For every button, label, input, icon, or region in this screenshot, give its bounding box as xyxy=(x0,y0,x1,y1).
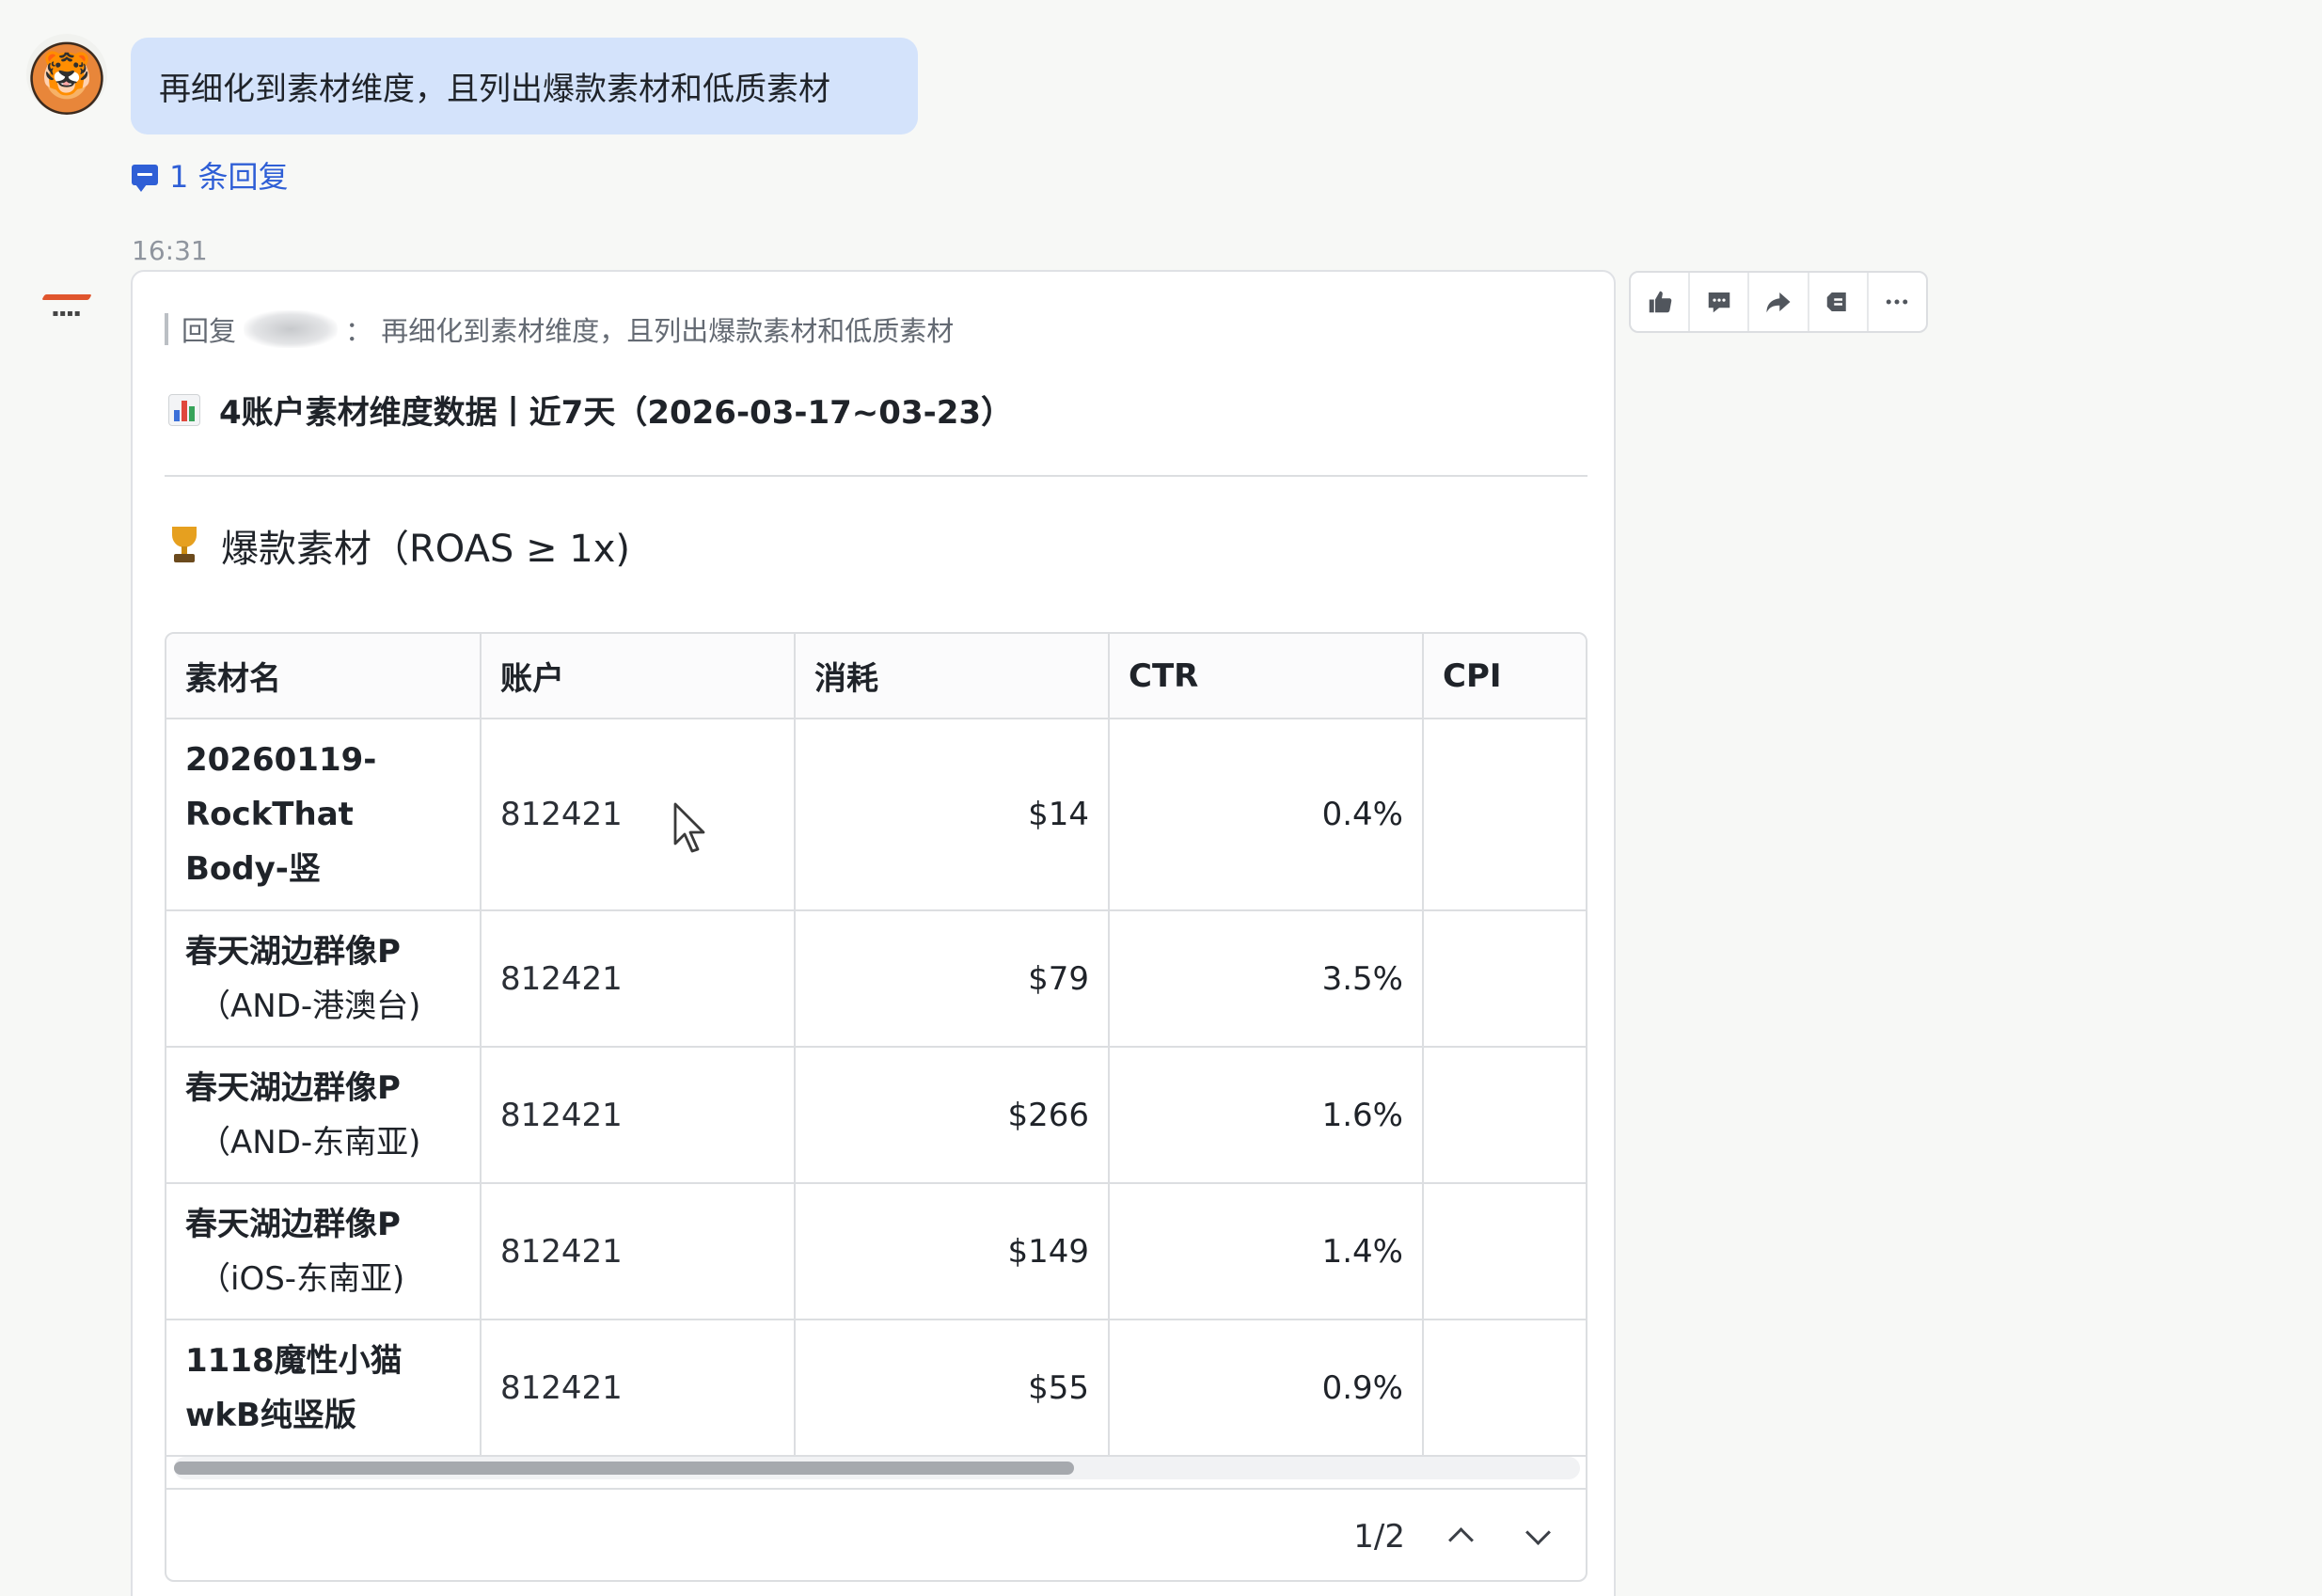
thumbs-up-icon xyxy=(1649,291,1671,313)
ctr-cell: 3.5% xyxy=(1109,910,1424,1048)
creative-name-cell: 20260119-RockThat Body-竖 xyxy=(166,719,482,911)
pin-button[interactable] xyxy=(1809,273,1869,331)
table-row: 1118魔性小猫wkB纯竖版 812421 $55 0.9% xyxy=(166,1319,1586,1457)
comment-icon xyxy=(1708,292,1730,313)
bot-message-card: 回复 ： 再细化到素材维度，且列出爆款素材和低质素材 4账户素材维度数据丨近7天… xyxy=(131,270,1616,1596)
quote-bar xyxy=(165,313,168,345)
creative-name-cell: 春天湖边群像P （AND-东南亚) xyxy=(166,1047,482,1184)
message-timestamp: 16:31 xyxy=(132,235,208,266)
chevron-up-icon xyxy=(1447,1526,1474,1553)
table-header-row: 素材名 账户 消耗 CTR CPI xyxy=(166,634,1586,719)
page-indicator: 1/2 xyxy=(1353,1518,1405,1556)
quoted-reply[interactable]: 回复 ： 再细化到素材维度，且列出爆款素材和低质素材 xyxy=(165,309,954,349)
column-header-name[interactable]: 素材名 xyxy=(166,634,482,719)
horizontal-scrollbar[interactable] xyxy=(174,1457,1580,1479)
account-cell: 812421 xyxy=(481,1183,796,1320)
spend-cell: $266 xyxy=(795,1047,1110,1184)
quote-text: ： 再细化到素材维度，且列出爆款素材和低质素材 xyxy=(345,315,955,347)
bar-chart-icon xyxy=(168,393,200,426)
pin-icon xyxy=(1826,292,1846,311)
creative-name: 春天湖边群像P xyxy=(185,1205,401,1243)
creative-name: 春天湖边群像P xyxy=(185,1068,401,1107)
column-header-account[interactable]: 账户 xyxy=(481,634,796,719)
bot-logo-icon xyxy=(39,292,94,305)
cpi-cell xyxy=(1423,1183,1586,1320)
forward-button[interactable] xyxy=(1749,273,1809,331)
creative-name: 春天湖边群像P xyxy=(185,932,401,971)
section-divider xyxy=(165,475,1587,477)
table-row: 春天湖边群像P （AND-港澳台) 812421 $79 3.5% xyxy=(166,910,1586,1048)
cpi-cell xyxy=(1423,719,1586,911)
column-header-cpi[interactable]: CPI xyxy=(1423,634,1586,719)
section-title-text: 爆款素材（ROAS ≥ 1x) xyxy=(221,528,630,571)
account-cell: 812421 xyxy=(481,1047,796,1184)
creative-name-cell: 春天湖边群像P （AND-港澳台) xyxy=(166,910,482,1048)
scrollbar-thumb[interactable] xyxy=(174,1462,1074,1475)
message-action-toolbar xyxy=(1629,271,1928,333)
ctr-cell: 1.6% xyxy=(1109,1047,1424,1184)
reply-thread-link[interactable]: 1 条回复 xyxy=(132,153,289,197)
creative-data-table: 素材名 账户 消耗 CTR CPI 20260119-RockThat Body… xyxy=(166,634,1586,1457)
bot-logo-text: ▪▪▪▪ xyxy=(52,308,82,319)
table-row: 春天湖边群像P （AND-东南亚) 812421 $266 1.6% xyxy=(166,1047,1586,1184)
cpi-cell xyxy=(1423,1047,1586,1184)
user-avatar[interactable]: 🐯 xyxy=(26,34,107,115)
account-cell: 812421 xyxy=(481,1319,796,1457)
report-title-text: 4账户素材维度数据丨近7天（2026-03-17~03-23） xyxy=(219,394,1014,432)
like-button[interactable] xyxy=(1631,273,1691,331)
table-row: 春天湖边群像P （iOS-东南亚) 812421 $149 1.4% xyxy=(166,1183,1586,1320)
spend-cell: $55 xyxy=(795,1319,1110,1457)
cpi-cell xyxy=(1423,910,1586,1048)
more-button[interactable] xyxy=(1869,273,1926,331)
reply-count-label: 1 条回复 xyxy=(169,159,289,195)
bot-avatar[interactable]: ▪▪▪▪ xyxy=(38,282,96,327)
more-icon xyxy=(1887,299,1908,305)
user-message-text: 再细化到素材维度，且列出爆款素材和低质素材 xyxy=(159,71,830,108)
chat-page: 🐯 再细化到素材维度，且列出爆款素材和低质素材 1 条回复 16:31 ▪▪▪▪… xyxy=(0,0,2322,1596)
blurred-username xyxy=(244,310,339,348)
section-title: 爆款素材（ROAS ≥ 1x) xyxy=(168,518,630,573)
cpi-cell xyxy=(1423,1319,1586,1457)
tiger-avatar-icon: 🐯 xyxy=(40,50,93,98)
table-footer: 1/2 xyxy=(166,1488,1586,1580)
creative-table[interactable]: 素材名 账户 消耗 CTR CPI 20260119-RockThat Body… xyxy=(165,632,1587,1582)
spend-cell: $149 xyxy=(795,1183,1110,1320)
spend-cell: $79 xyxy=(795,910,1110,1048)
creative-name: 1118魔性小猫wkB纯竖版 xyxy=(185,1341,403,1434)
account-cell: 812421 xyxy=(481,719,796,911)
ctr-cell: 0.4% xyxy=(1109,719,1424,911)
creative-name-cell: 春天湖边群像P （iOS-东南亚) xyxy=(166,1183,482,1320)
quote-prefix: 回复 xyxy=(182,315,237,347)
table-row: 20260119-RockThat Body-竖 812421 $14 0.4% xyxy=(166,719,1586,911)
trophy-icon xyxy=(168,527,200,564)
report-title: 4账户素材维度数据丨近7天（2026-03-17~03-23） xyxy=(168,387,1013,433)
creative-name-cell: 1118魔性小猫wkB纯竖版 xyxy=(166,1319,482,1457)
reply-bubble-icon xyxy=(132,165,158,192)
column-header-spend[interactable]: 消耗 xyxy=(795,634,1110,719)
forward-icon xyxy=(1766,292,1791,313)
mouse-pointer-icon xyxy=(673,802,705,853)
comment-button[interactable] xyxy=(1690,273,1750,331)
ctr-cell: 1.4% xyxy=(1109,1183,1424,1320)
creative-name-sub: （iOS-东南亚) xyxy=(198,1259,405,1298)
user-message-bubble[interactable]: 再细化到素材维度，且列出爆款素材和低质素材 xyxy=(131,38,918,134)
creative-name-sub: （AND-东南亚) xyxy=(198,1123,421,1161)
next-page-button[interactable] xyxy=(1516,1514,1559,1557)
chevron-down-icon xyxy=(1524,1519,1551,1545)
column-header-ctr[interactable]: CTR xyxy=(1109,634,1424,719)
creative-name-sub: （AND-港澳台) xyxy=(198,987,421,1025)
spend-cell: $14 xyxy=(795,719,1110,911)
previous-page-button[interactable] xyxy=(1439,1514,1482,1557)
creative-name: 20260119-RockThat Body-竖 xyxy=(185,741,377,888)
account-cell: 812421 xyxy=(481,910,796,1048)
ctr-cell: 0.9% xyxy=(1109,1319,1424,1457)
